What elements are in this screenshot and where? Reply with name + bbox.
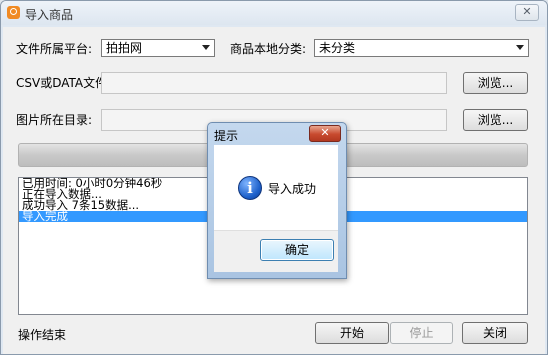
start-button[interactable]: 开始 [315, 322, 389, 344]
close-button[interactable]: 关闭 [462, 322, 528, 344]
csv-browse-button[interactable]: 浏览... [463, 72, 528, 94]
window-close-button[interactable]: ✕ [515, 4, 539, 21]
status-text: 操作结束 [18, 328, 67, 342]
message-dialog: 提示 ✕ i 导入成功 确定 [207, 122, 347, 279]
image-dir-browse-button[interactable]: 浏览... [463, 109, 528, 131]
app-logo-icon [7, 6, 20, 19]
platform-select[interactable]: 拍拍网 [101, 39, 215, 57]
category-label: 商品本地分类: [230, 42, 307, 56]
import-window: 导入商品 ✕ 文件所属平台: 拍拍网 商品本地分类: 未分类 CSV或DATA文… [0, 0, 548, 355]
csv-file-input[interactable] [101, 72, 447, 94]
stop-button[interactable]: 停止 [390, 322, 453, 344]
ok-button[interactable]: 确定 [260, 239, 334, 261]
platform-select-value: 拍拍网 [106, 41, 143, 55]
platform-label: 文件所属平台: [16, 42, 93, 56]
chevron-down-icon [516, 45, 524, 50]
chevron-down-icon [202, 45, 210, 50]
info-icon: i [238, 176, 262, 200]
category-select-value: 未分类 [319, 41, 356, 55]
category-select[interactable]: 未分类 [314, 39, 529, 57]
dialog-title: 提示 [214, 129, 239, 143]
dialog-close-button[interactable]: ✕ [309, 125, 341, 142]
image-dir-label: 图片所在目录: [16, 113, 93, 127]
dialog-message: 导入成功 [268, 182, 317, 196]
window-title: 导入商品 [25, 8, 74, 22]
csv-file-label: CSV或DATA文件: [16, 76, 112, 90]
dialog-body: i 导入成功 确定 [214, 145, 338, 272]
title-bar[interactable]: 导入商品 ✕ [1, 1, 547, 25]
